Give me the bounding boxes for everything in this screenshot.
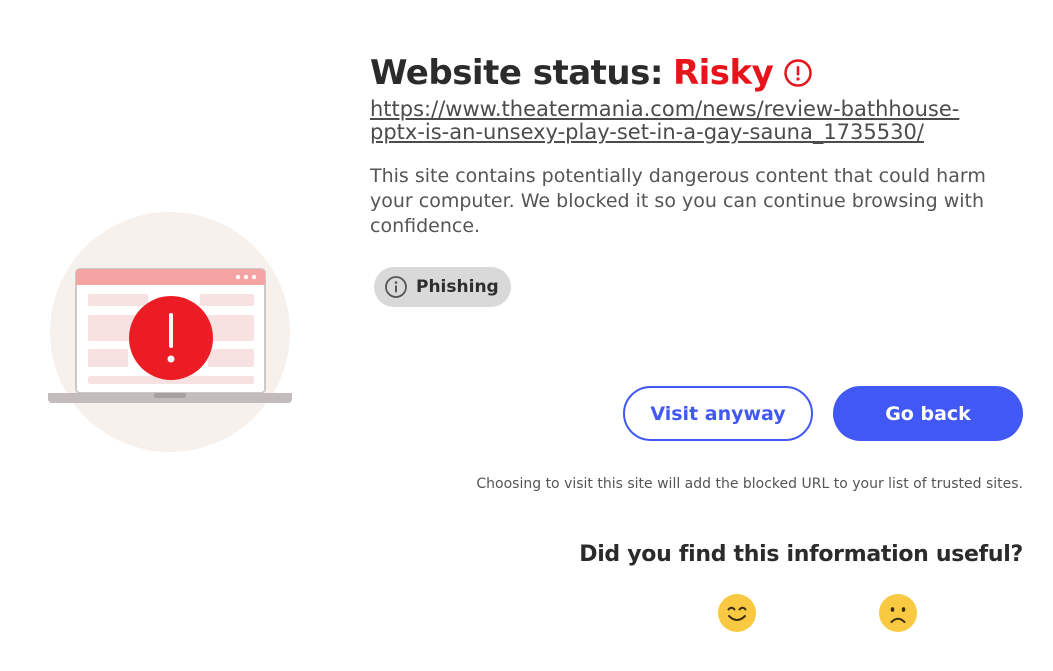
feedback-question: Did you find this information useful? — [579, 542, 1023, 567]
feedback-negative-button[interactable] — [878, 593, 918, 633]
page-title: Website status: Risky — [370, 52, 1030, 94]
warning-description: This site contains potentially dangerous… — [370, 165, 986, 237]
smiley-face-icon — [718, 594, 756, 632]
status-content: Website status: Risky https://www.theate… — [370, 52, 1030, 307]
feedback-positive-button[interactable] — [717, 593, 757, 633]
threat-type-badge: Phishing — [374, 267, 511, 307]
visit-anyway-button[interactable]: Visit anyway — [623, 386, 813, 441]
blocked-site-page: Website status: Risky https://www.theate… — [0, 0, 1053, 671]
sad-face-icon — [879, 594, 917, 632]
trusted-sites-note: Choosing to visit this site will add the… — [476, 476, 1023, 492]
window-dot — [235, 274, 241, 280]
info-icon — [385, 276, 407, 298]
laptop-notch — [154, 393, 186, 398]
blocked-laptop-illustration — [48, 212, 292, 452]
warning-exclamation-bar — [169, 313, 173, 348]
content-block — [200, 294, 254, 306]
content-block — [88, 294, 148, 306]
alert-circle-icon — [784, 59, 813, 87]
threat-type-label: Phishing — [416, 277, 499, 297]
status-value: Risky — [672, 53, 774, 93]
warning-exclamation-dot — [167, 355, 175, 363]
blocked-url-link[interactable]: https://www.theatermania.com/news/review… — [370, 98, 970, 144]
window-dot — [243, 274, 249, 280]
window-dot — [251, 274, 257, 280]
status-label: Website status: — [370, 53, 663, 93]
content-block — [208, 349, 254, 367]
go-back-button[interactable]: Go back — [833, 386, 1023, 441]
content-block — [88, 349, 128, 367]
